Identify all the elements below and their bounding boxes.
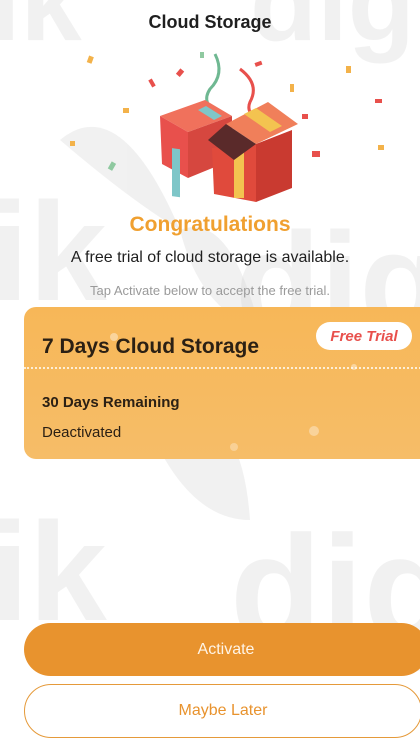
trial-available-text: A free trial of cloud storage is availab…	[70, 249, 350, 266]
plan-card: 7 Days Cloud Storage Free Trial 30 Days …	[24, 307, 420, 459]
activate-hint-text: Tap Activate below to accept the free tr…	[90, 283, 330, 298]
activation-status: Deactivated	[42, 424, 122, 441]
activate-button[interactable]: Activate	[24, 623, 420, 676]
plan-title: 7 Days Cloud Storage	[42, 335, 260, 358]
top-bar: Cloud Storage	[0, 0, 420, 44]
gift-illustration	[70, 52, 384, 202]
card-divider	[24, 367, 420, 369]
congratulations-heading: Congratulations	[129, 213, 291, 236]
maybe-later-button[interactable]: Maybe Later	[24, 684, 420, 738]
free-trial-badge: Free Trial	[316, 322, 412, 350]
days-remaining: 30 Days Remaining	[42, 394, 180, 411]
page-title: Cloud Storage	[148, 11, 272, 32]
